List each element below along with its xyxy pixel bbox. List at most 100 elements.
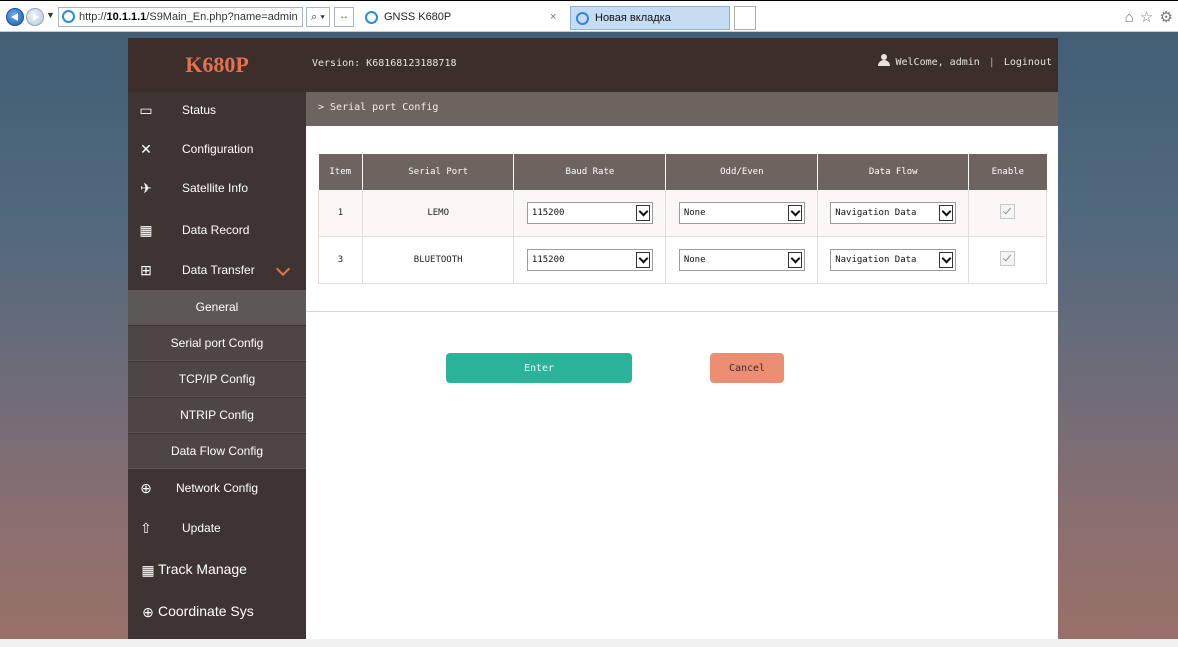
separator: |: [988, 57, 995, 68]
ie-icon: [576, 12, 589, 25]
submenu-item-tcpip-config[interactable]: TCP/IP Config: [128, 362, 306, 397]
main-content: > Serial port Config Item Serial Port Ba…: [306, 92, 1058, 640]
sidebar-item-configuration[interactable]: ✕ Configuration: [128, 131, 306, 169]
table-row: 3 BLUETOOTH 115200 None Navigation Data: [318, 236, 1047, 284]
sidebar-item-label: Status: [182, 103, 217, 117]
url-prefix: http://: [79, 11, 107, 23]
globe-icon: ⊕: [142, 604, 154, 620]
table-header-row: Item Serial Port Baud Rate Odd/Even Data…: [318, 154, 1047, 190]
enable-cell: [968, 236, 1047, 284]
data-flow-select[interactable]: Navigation Data: [830, 202, 957, 224]
enter-button[interactable]: Enter: [446, 353, 632, 383]
submenu-item-data-flow-config[interactable]: Data Flow Config: [128, 434, 306, 469]
item-cell: 3: [318, 236, 363, 284]
globe-icon: ⊕: [140, 480, 152, 496]
sidebar-item-label: Coordinate Sys: [158, 603, 254, 619]
ie-icon: [62, 10, 75, 23]
chevron-down-icon: [787, 252, 802, 268]
logout-link[interactable]: Loginout: [1004, 57, 1052, 68]
column-header: Serial Port: [362, 154, 515, 190]
monitor-icon: ▭: [139, 102, 153, 118]
sidebar-item-data-record[interactable]: ▦ Data Record: [128, 212, 306, 250]
sidebar-item-label: Data Transfer: [182, 263, 255, 277]
cancel-button[interactable]: Cancel: [710, 353, 784, 383]
select-value: Navigation Data: [835, 255, 917, 265]
submenu-item-general[interactable]: General: [128, 290, 306, 325]
baud-rate-cell: 115200: [513, 236, 667, 284]
chevron-down-icon: [275, 261, 291, 277]
tab-new[interactable]: Новая вкладка: [570, 6, 730, 30]
transfer-icon: ⊞: [140, 262, 152, 278]
app-header: K680P Version: K68168123188718 WelCome, …: [128, 38, 1058, 92]
sidebar-item-update[interactable]: ⇧ Update: [128, 510, 306, 548]
new-tab-button[interactable]: [734, 6, 756, 30]
breadcrumb: > Serial port Config: [306, 92, 1058, 126]
sidebar-item-status[interactable]: ▭ Status: [128, 92, 306, 130]
submenu-item-serial-port-config[interactable]: Serial port Config: [128, 326, 306, 361]
column-header: Item: [318, 154, 363, 190]
enable-cell: [968, 190, 1047, 237]
select-value: 115200: [531, 208, 565, 218]
data-flow-cell: Navigation Data: [817, 190, 970, 237]
baud-rate-cell: 115200: [513, 190, 667, 237]
back-button[interactable]: [6, 8, 24, 26]
odd-even-select[interactable]: None: [678, 202, 805, 224]
calendar-icon: ▦: [141, 562, 155, 578]
sidebar-item-coordinate-sys[interactable]: ⊕ Coordinate Sys: [128, 594, 306, 632]
ie-icon: [365, 11, 378, 24]
user-area: WelCome, admin | Loginout: [877, 38, 1052, 88]
search-icon[interactable]: ⌕ ▾: [306, 7, 330, 27]
column-header: Enable: [968, 154, 1047, 190]
tab-gnss[interactable]: GNSS K680P ×: [360, 6, 568, 30]
submenu-item-ntrip-config[interactable]: NTRIP Config: [128, 398, 306, 433]
url-path: /S9Main_En.php?name=admin: [146, 11, 298, 23]
baud-rate-select[interactable]: 115200: [526, 202, 653, 224]
sidebar-item-label: Satellite Info: [182, 181, 249, 195]
sidebar-item-label: Update: [182, 521, 221, 535]
sidebar-item-data-transfer[interactable]: ⊞ Data Transfer: [128, 252, 306, 290]
serial-port-cell: LEMO: [362, 190, 515, 237]
close-tab-icon[interactable]: ×: [550, 6, 556, 28]
chevron-down-icon: [635, 205, 650, 221]
column-header: Baud Rate: [513, 154, 667, 190]
baud-rate-select[interactable]: 115200: [526, 249, 653, 271]
chevron-down-icon: [939, 205, 954, 221]
table-row: 1 LEMO 115200 None Navigation Data: [318, 190, 1047, 237]
column-header: Data Flow: [817, 154, 970, 190]
history-dropdown-icon[interactable]: ▼: [46, 10, 55, 20]
version-text: Version: K68168123188718: [312, 58, 457, 69]
enable-checkbox[interactable]: [1000, 251, 1016, 266]
sidebar: ▭ Status ✕ Configuration ✈ Satellite Inf…: [128, 92, 306, 640]
odd-even-select[interactable]: None: [678, 249, 805, 271]
data-flow-select[interactable]: Navigation Data: [830, 249, 957, 271]
serial-port-table: Item Serial Port Baud Rate Odd/Even Data…: [318, 154, 1047, 284]
section-divider: [306, 311, 1058, 312]
chevron-down-icon: [787, 205, 802, 221]
browser-tools-icons[interactable]: ⌂ ☆ ⚙: [1125, 8, 1174, 26]
app-logo: K680P: [185, 52, 249, 77]
chevron-down-icon: [635, 252, 650, 268]
sidebar-item-label: Configuration: [182, 142, 254, 156]
enable-checkbox[interactable]: [1000, 204, 1016, 219]
user-icon: [877, 54, 890, 66]
select-value: None: [683, 208, 706, 218]
data-flow-cell: Navigation Data: [817, 236, 970, 284]
calendar-icon: ▦: [139, 222, 153, 238]
sidebar-item-satellite-info[interactable]: ✈ Satellite Info: [128, 170, 306, 208]
welcome-text: WelCome, admin: [895, 57, 980, 68]
horizontal-scrollbar[interactable]: [0, 639, 1178, 647]
sidebar-item-track-manage[interactable]: ▦ Track Manage: [128, 552, 306, 590]
sidebar-item-network-config[interactable]: ⊕ Network Config: [128, 470, 306, 508]
sidebar-item-label: Data Record: [182, 223, 250, 237]
column-header: Odd/Even: [665, 154, 819, 190]
upload-icon: ⇧: [140, 520, 152, 536]
select-value: 115200: [531, 255, 565, 265]
forward-button[interactable]: [26, 8, 44, 26]
odd-even-cell: None: [665, 190, 819, 237]
compat-view-icon[interactable]: ↔: [334, 7, 354, 27]
address-bar[interactable]: http://10.1.1.1/S9Main_En.php?name=admin: [58, 7, 303, 27]
sidebar-item-label: Network Config: [176, 481, 259, 495]
item-cell: 1: [318, 190, 363, 237]
sidebar-item-label: Track Manage: [158, 561, 247, 577]
odd-even-cell: None: [665, 236, 819, 284]
